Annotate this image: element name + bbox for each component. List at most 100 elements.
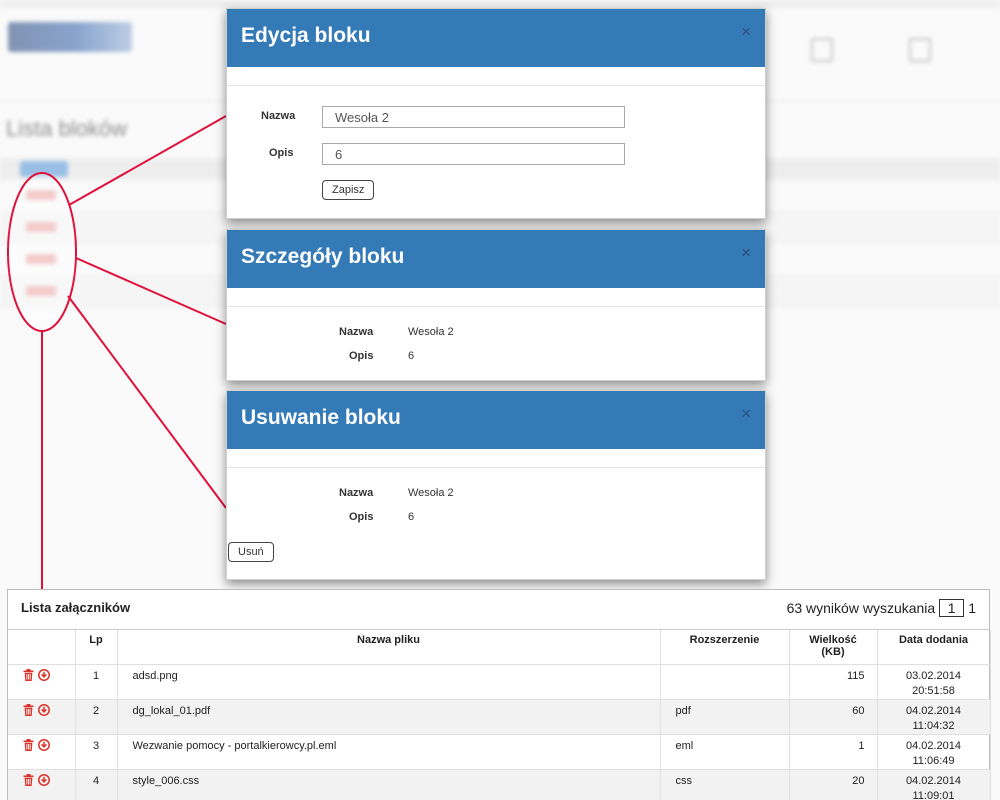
trash-icon[interactable] <box>23 773 34 791</box>
size-header-line2: (KB) <box>821 646 845 658</box>
name-value: Wesoła 2 <box>408 326 454 338</box>
dialog-header: Usuwanie bloku × <box>227 391 765 449</box>
dialog-title: Edycja bloku <box>241 24 371 47</box>
table-row: 1 adsd.png 115 03.02.2014 20:51:58 <box>8 664 991 700</box>
column-actions <box>8 630 76 665</box>
table-row: 2 dg_lokal_01.pdf pdf 60 04.02.2014 11:04:32 <box>8 699 991 735</box>
row-actions <box>8 699 76 735</box>
row-size: 115 <box>789 664 878 700</box>
row-size: 60 <box>789 699 878 735</box>
row-date-added: 04.02.2014 11:04:32 <box>877 699 991 735</box>
row-time: 11:09:01 <box>912 789 955 800</box>
row-time: 11:04:32 <box>912 719 955 732</box>
download-icon[interactable] <box>38 773 50 791</box>
delete-block-dialog: Usuwanie bloku × Nazwa Wesoła 2 Opis 6 U… <box>226 390 766 580</box>
row-date: 04.02.2014 <box>905 704 962 717</box>
row-size: 1 <box>789 734 878 770</box>
row-lp: 3 <box>75 734 118 770</box>
row-lp: 1 <box>75 664 118 700</box>
row-time: 20:51:58 <box>912 684 955 697</box>
name-label: Nazwa <box>339 487 374 499</box>
toolbar-button[interactable] <box>792 38 852 70</box>
row-extension: pdf <box>660 699 790 735</box>
row-time: 11:06:49 <box>912 754 955 767</box>
description-label: Opis <box>349 350 374 362</box>
description-label: Opis <box>349 511 374 523</box>
name-label: Nazwa <box>261 110 296 122</box>
table-row: 3 Wezwanie pomocy - portalkierowcy.pl.eml… <box>8 734 991 770</box>
row-action-icons[interactable] <box>26 190 56 200</box>
name-value: Wesoła 2 <box>408 487 454 499</box>
save-button[interactable]: Zapisz <box>322 180 375 200</box>
row-file-name: dg_lokal_01.pdf <box>117 699 661 735</box>
close-icon[interactable]: × <box>741 23 751 40</box>
download-icon[interactable] <box>38 738 50 756</box>
attachments-panel: Lista załączników 63 wyników wyszukania 1… <box>7 589 991 800</box>
row-actions <box>8 664 76 700</box>
row-lp: 4 <box>75 769 118 800</box>
name-row: Nazwa <box>227 106 765 128</box>
row-date: 03.02.2014 <box>905 669 962 682</box>
dialog-header: Edycja bloku × <box>227 9 765 67</box>
attachments-header: Lista załączników 63 wyników wyszukania 1… <box>8 590 989 630</box>
close-icon[interactable]: × <box>741 405 751 422</box>
row-actions <box>8 769 76 800</box>
dialog-title: Usuwanie bloku <box>241 406 401 429</box>
trash-icon[interactable] <box>23 668 34 686</box>
attachments-title: Lista załączników <box>21 600 131 615</box>
dialog-header: Szczegóły bloku × <box>227 230 765 288</box>
row-extension <box>660 664 790 700</box>
name-input[interactable] <box>322 106 625 128</box>
description-label: Opis <box>269 147 294 159</box>
current-page-box[interactable]: 1 <box>939 599 965 617</box>
row-file-name: adsd.png <box>117 664 661 700</box>
column-date-added[interactable]: Data dodania <box>877 630 991 665</box>
size-header-line1: Wielkość <box>809 634 857 646</box>
row-lp: 2 <box>75 699 118 735</box>
row-date-added: 04.02.2014 11:06:49 <box>877 734 991 770</box>
column-file-name[interactable]: Nazwa pliku <box>117 630 661 665</box>
table-header-row: Lp Nazwa pliku Rozszerzenie Wielkość (KB)… <box>8 630 991 665</box>
top-strip <box>0 0 1000 8</box>
toolbar-button[interactable] <box>890 38 950 70</box>
edit-block-dialog: Edycja bloku × Nazwa Opis Zapisz <box>226 8 766 219</box>
dialog-divider <box>227 306 765 307</box>
column-extension[interactable]: Rozszerzenie <box>660 630 790 665</box>
trash-icon[interactable] <box>23 738 34 756</box>
add-block-button[interactable] <box>20 161 68 177</box>
description-value: 6 <box>408 350 415 362</box>
attachments-table: Lp Nazwa pliku Rozszerzenie Wielkość (KB)… <box>8 630 991 800</box>
trash-icon[interactable] <box>23 703 34 721</box>
description-value: 6 <box>408 511 415 523</box>
row-extension: eml <box>660 734 790 770</box>
delete-button[interactable]: Usuń <box>228 542 274 562</box>
row-date-added: 04.02.2014 11:09:01 <box>877 769 991 800</box>
app-logo <box>8 22 132 52</box>
close-icon[interactable]: × <box>741 244 751 261</box>
row-actions <box>8 734 76 770</box>
row-extension: css <box>660 769 790 800</box>
row-action-icons[interactable] <box>26 254 56 264</box>
row-file-name: Wezwanie pomocy - portalkierowcy.pl.eml <box>117 734 661 770</box>
row-date: 04.02.2014 <box>905 739 962 752</box>
table-row: 4 style_006.css css 20 04.02.2014 11:09:01 <box>8 769 991 800</box>
description-row: Opis <box>227 143 765 165</box>
name-label: Nazwa <box>339 326 374 338</box>
dialog-title: Szczegóły bloku <box>241 245 405 268</box>
dialog-divider <box>227 467 765 468</box>
row-date: 04.02.2014 <box>905 774 962 787</box>
download-icon[interactable] <box>38 668 50 686</box>
results-pagination: 63 wyników wyszukania 1 1 <box>787 599 976 617</box>
row-file-name: style_006.css <box>117 769 661 800</box>
column-size[interactable]: Wielkość (KB) <box>789 630 878 665</box>
row-action-icons[interactable] <box>26 286 56 296</box>
row-action-icons[interactable] <box>26 222 56 232</box>
page-title: Lista bloków <box>6 116 128 141</box>
total-pages: 1 <box>968 600 976 616</box>
row-date-added: 03.02.2014 20:51:58 <box>877 664 991 700</box>
dialog-divider <box>227 85 765 86</box>
column-lp[interactable]: Lp <box>75 630 118 665</box>
download-icon[interactable] <box>38 703 50 721</box>
description-input[interactable] <box>322 143 625 165</box>
block-details-dialog: Szczegóły bloku × Nazwa Wesoła 2 Opis 6 <box>226 229 766 381</box>
